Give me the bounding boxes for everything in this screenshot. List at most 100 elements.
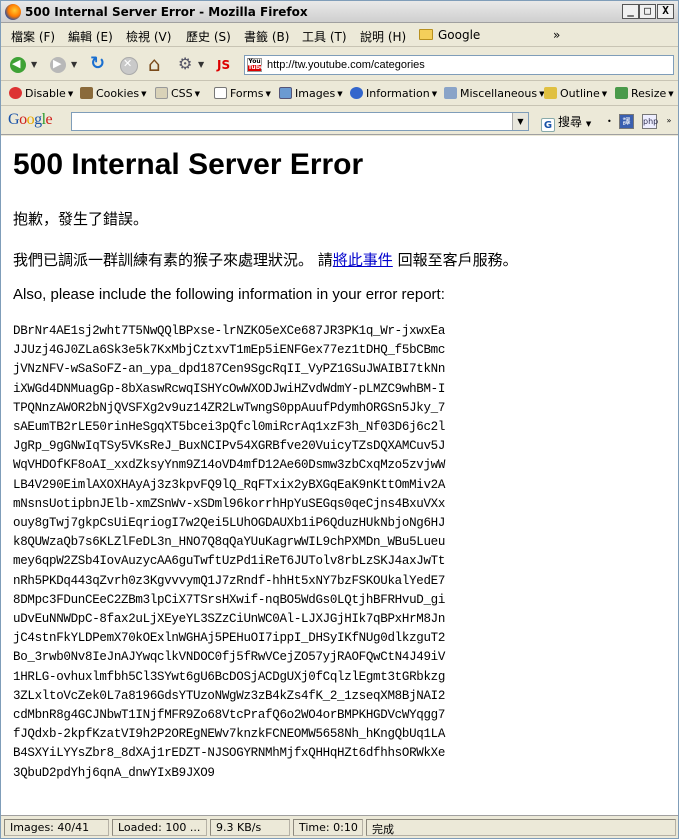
report-incident-link[interactable]: 將此事件 bbox=[333, 251, 393, 269]
monkeys-text-before: 我們已調派一群訓練有素的猴子來處理狀況。 請 bbox=[13, 251, 333, 269]
information-icon bbox=[350, 87, 363, 99]
dropdown-arrow-icon: ▼ bbox=[67, 90, 74, 98]
translate-icon[interactable]: 譯 bbox=[619, 114, 634, 129]
dev-resize-menu[interactable]: Resize ▼ bbox=[615, 87, 674, 100]
dropdown-arrow-icon: ▼ bbox=[141, 90, 147, 98]
monkeys-text-after: 回報至客戶服務。 bbox=[392, 251, 518, 269]
forward-arrow-icon[interactable] bbox=[49, 56, 67, 74]
error-report-line: DBrNr4AE1sj2wht7T5NwQQlBPxse-lrNZKO5eXCe… bbox=[13, 324, 446, 338]
error-report-line: 8DMpc3FDunCEeC2ZBm3lpCiX7TSrsHXwif-nqBO5… bbox=[13, 592, 446, 607]
error-report-line: JgRp_9gGNwIqTSy5VKsReJ_BuxNCIPv54XGRBfve… bbox=[13, 439, 446, 454]
back-arrow-icon[interactable] bbox=[9, 56, 27, 74]
status-bar: Images: 40/41 Loaded: 100 ... 9.3 KB/s T… bbox=[1, 815, 678, 838]
menu-tools[interactable]: 工具 (T) bbox=[302, 28, 347, 45]
url-text[interactable]: http://tw.youtube.com/categories bbox=[267, 59, 425, 71]
error-report-line: Bo_3rwb0Nv8IeJnAJYwqclkVNDOC0fj5fRwVCejZ… bbox=[13, 650, 446, 665]
error-report-line: cdMbnR8g4GCJNbwT1INjfMFR9Zo68VtcPrafQ6o2… bbox=[13, 708, 446, 723]
error-report-line: 1HRLG-ovhuxlmfbh5Cl3SYwt6gU6BcDOSjACDgUX… bbox=[13, 669, 446, 684]
error-report-line: jVNzNFV-wSaSoFZ-an_ypa_dpd187Cen9SgcRqII… bbox=[13, 362, 446, 377]
status-time: Time: 0:10 bbox=[293, 819, 363, 836]
images-icon bbox=[279, 87, 292, 99]
dev-forms-menu[interactable]: Forms ▼ bbox=[214, 87, 271, 100]
dev-cookies-menu[interactable]: Cookies ▼ bbox=[80, 87, 146, 100]
gear-icon[interactable] bbox=[178, 54, 196, 74]
dev-disable-menu[interactable]: Disable ▼ bbox=[9, 87, 73, 100]
google-search-input[interactable]: ▼ bbox=[71, 112, 529, 131]
minimize-button[interactable]: _ bbox=[622, 4, 639, 19]
dev-css-menu[interactable]: CSS ▼ bbox=[155, 87, 200, 100]
dev-outline-menu[interactable]: Outline ▼ bbox=[544, 87, 607, 100]
dev-disable-label: Disable bbox=[25, 87, 66, 100]
close-button[interactable]: X bbox=[657, 4, 674, 19]
dev-cookies-label: Cookies bbox=[96, 87, 140, 100]
dropdown-arrow-icon: ▼ bbox=[668, 90, 674, 98]
favicon-text-bottom: Tube bbox=[248, 64, 265, 71]
chevron-overflow-icon[interactable]: » bbox=[553, 28, 560, 42]
css-icon bbox=[155, 87, 168, 99]
dev-images-label: Images bbox=[295, 87, 336, 100]
reload-icon[interactable] bbox=[89, 53, 107, 74]
home-icon[interactable] bbox=[148, 52, 166, 76]
dropdown-arrow-icon: ▼ bbox=[194, 90, 201, 98]
error-report-block: DBrNr4AE1sj2wht7T5NwQQlBPxse-lrNZKO5eXCe… bbox=[13, 322, 668, 783]
maximize-button[interactable]: □ bbox=[639, 4, 656, 19]
dropdown-arrow-icon: ▼ bbox=[265, 90, 271, 98]
menu-history[interactable]: 歷史 (S) bbox=[186, 28, 231, 45]
status-speed: 9.3 KB/s bbox=[210, 819, 290, 836]
google-logo[interactable]: Google bbox=[8, 111, 53, 129]
menu-file[interactable]: 檔案 (F) bbox=[11, 28, 55, 45]
menu-bookmarks[interactable]: 書籤 (B) bbox=[244, 28, 289, 45]
page-title: 500 Internal Server Error bbox=[13, 148, 364, 181]
error-report-line: ouy8gTwj7gkpCsUiEqriogI7w2Qei5LUhOGDAUXb… bbox=[13, 516, 446, 531]
include-info-message: Also, please include the following infor… bbox=[13, 286, 445, 303]
page-content: 500 Internal Server Error 抱歉，發生了錯誤。 我們已調… bbox=[1, 136, 678, 815]
dev-resize-label: Resize bbox=[631, 87, 667, 100]
url-bar[interactable]: You Tube http://tw.youtube.com/categorie… bbox=[244, 55, 674, 75]
menu-edit[interactable]: 編輯 (E) bbox=[68, 28, 113, 45]
miscellaneous-icon bbox=[444, 87, 457, 99]
error-report-line: TPQNnzAWOR2bNjQVSFXg2v9uz14ZR2LwTwngS0pp… bbox=[13, 400, 446, 415]
dropdown-arrow-icon: ▼ bbox=[585, 120, 592, 128]
error-report-line: uDvEuNNWDpC-8fax2uLjXEyeYL3SZzCiUnWC0Al-… bbox=[13, 612, 446, 627]
firefox-icon bbox=[5, 4, 21, 20]
youtube-favicon-icon: You Tube bbox=[247, 58, 265, 72]
error-report-line: mNsnsUotipbnJElb-xmZSnWv-xSDml96korrhHpY… bbox=[13, 496, 446, 511]
dev-outline-label: Outline bbox=[560, 87, 600, 100]
error-report-line: sAEumTB2rLE50rinHeSgqXT5bcei3pQfcl0miRcr… bbox=[13, 420, 446, 435]
dropdown-arrow-icon: ▼ bbox=[431, 90, 438, 98]
error-report-line: mey6qpW2ZSb4IovAuzycAA6guTwftUzPd1iReT6J… bbox=[13, 554, 446, 569]
cookies-icon bbox=[80, 87, 93, 99]
forward-dropdown-icon[interactable]: ▼ bbox=[71, 60, 77, 69]
resize-icon bbox=[615, 87, 628, 99]
folder-icon bbox=[419, 29, 433, 40]
status-done: 完成 bbox=[366, 819, 676, 836]
google-search-button[interactable]: G 搜尋 ▼ bbox=[541, 113, 591, 132]
stop-icon[interactable] bbox=[119, 56, 138, 75]
dev-miscellaneous-menu[interactable]: Miscellaneous ▼ bbox=[444, 87, 545, 100]
back-dropdown-icon[interactable]: ▼ bbox=[31, 60, 37, 69]
error-report-line: JJUzj4GJ0ZLa6Sk3e5k7KxMbjCztxvT1mEp5iENF… bbox=[13, 343, 446, 358]
toolbar-separator-icon: • bbox=[607, 117, 612, 126]
chevron-overflow-icon[interactable]: » bbox=[664, 114, 674, 129]
search-history-dropdown-icon[interactable]: ▼ bbox=[512, 113, 528, 130]
dropdown-arrow-icon: ▼ bbox=[601, 90, 608, 98]
gear-dropdown-icon[interactable]: ▼ bbox=[198, 60, 204, 69]
web-developer-toolbar: Disable ▼ Cookies ▼ CSS ▼ Forms ▼ Images ▼ In… bbox=[1, 82, 678, 106]
dev-information-menu[interactable]: Information ▼ bbox=[350, 87, 437, 100]
php-icon[interactable]: php bbox=[642, 114, 658, 129]
status-loaded: Loaded: 100 ... bbox=[112, 819, 207, 836]
menu-help[interactable]: 說明 (H) bbox=[360, 28, 406, 45]
menu-bar: 檔案 (F) 編輯 (E) 檢視 (V) 歷史 (S) 書籤 (B) 工具 (T… bbox=[1, 23, 678, 47]
error-report-line: LB4V290EimlAXOXHAyAj3z3kpvFQ9lQ_RqFTxix2… bbox=[13, 477, 446, 492]
google-g-icon: G bbox=[541, 118, 555, 132]
outline-pencil-icon bbox=[544, 87, 557, 99]
monkeys-message: 我們已調派一群訓練有素的猴子來處理狀況。 請將此事件 回報至客戶服務。 bbox=[13, 249, 518, 270]
error-report-line: jC4stnFkYLDPemX70kOExlnWGHAj5PEHuOI7ippI… bbox=[13, 631, 446, 646]
dev-images-menu[interactable]: Images ▼ bbox=[279, 87, 343, 100]
error-report-line: iXWGd4DNMuagGp-8bXaswRcwqISHYcOwWXODJwiH… bbox=[13, 381, 446, 396]
dev-miscellaneous-label: Miscellaneous bbox=[460, 87, 538, 100]
dev-css-label: CSS bbox=[171, 87, 193, 100]
javascript-toggle[interactable]: JS bbox=[217, 58, 230, 72]
menu-view[interactable]: 檢視 (V) bbox=[126, 28, 171, 45]
bookmark-google[interactable]: Google bbox=[438, 28, 480, 42]
